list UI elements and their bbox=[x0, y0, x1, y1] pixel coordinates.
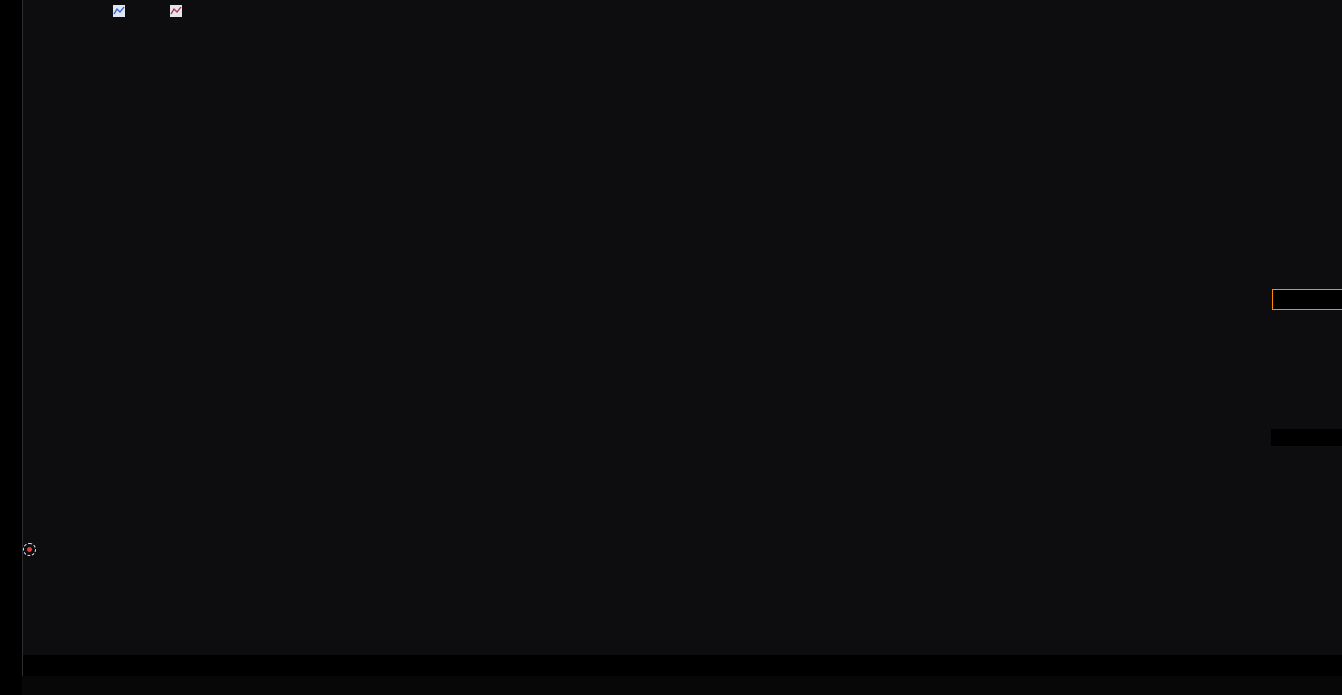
chart-app-window bbox=[0, 0, 1342, 695]
chart-header bbox=[86, 3, 200, 19]
x-axis-strip bbox=[22, 655, 1342, 676]
bottom-toolbar bbox=[22, 676, 1342, 695]
macd-axis-badge bbox=[1271, 429, 1342, 446]
ma-indicator-icon[interactable] bbox=[170, 5, 182, 17]
last-price-tag bbox=[1272, 289, 1342, 310]
boll-indicator-icon[interactable] bbox=[113, 5, 125, 17]
indicator-target-icon[interactable] bbox=[23, 543, 36, 556]
sidebar bbox=[0, 0, 23, 695]
crosshair-date-label bbox=[0, 659, 7, 661]
